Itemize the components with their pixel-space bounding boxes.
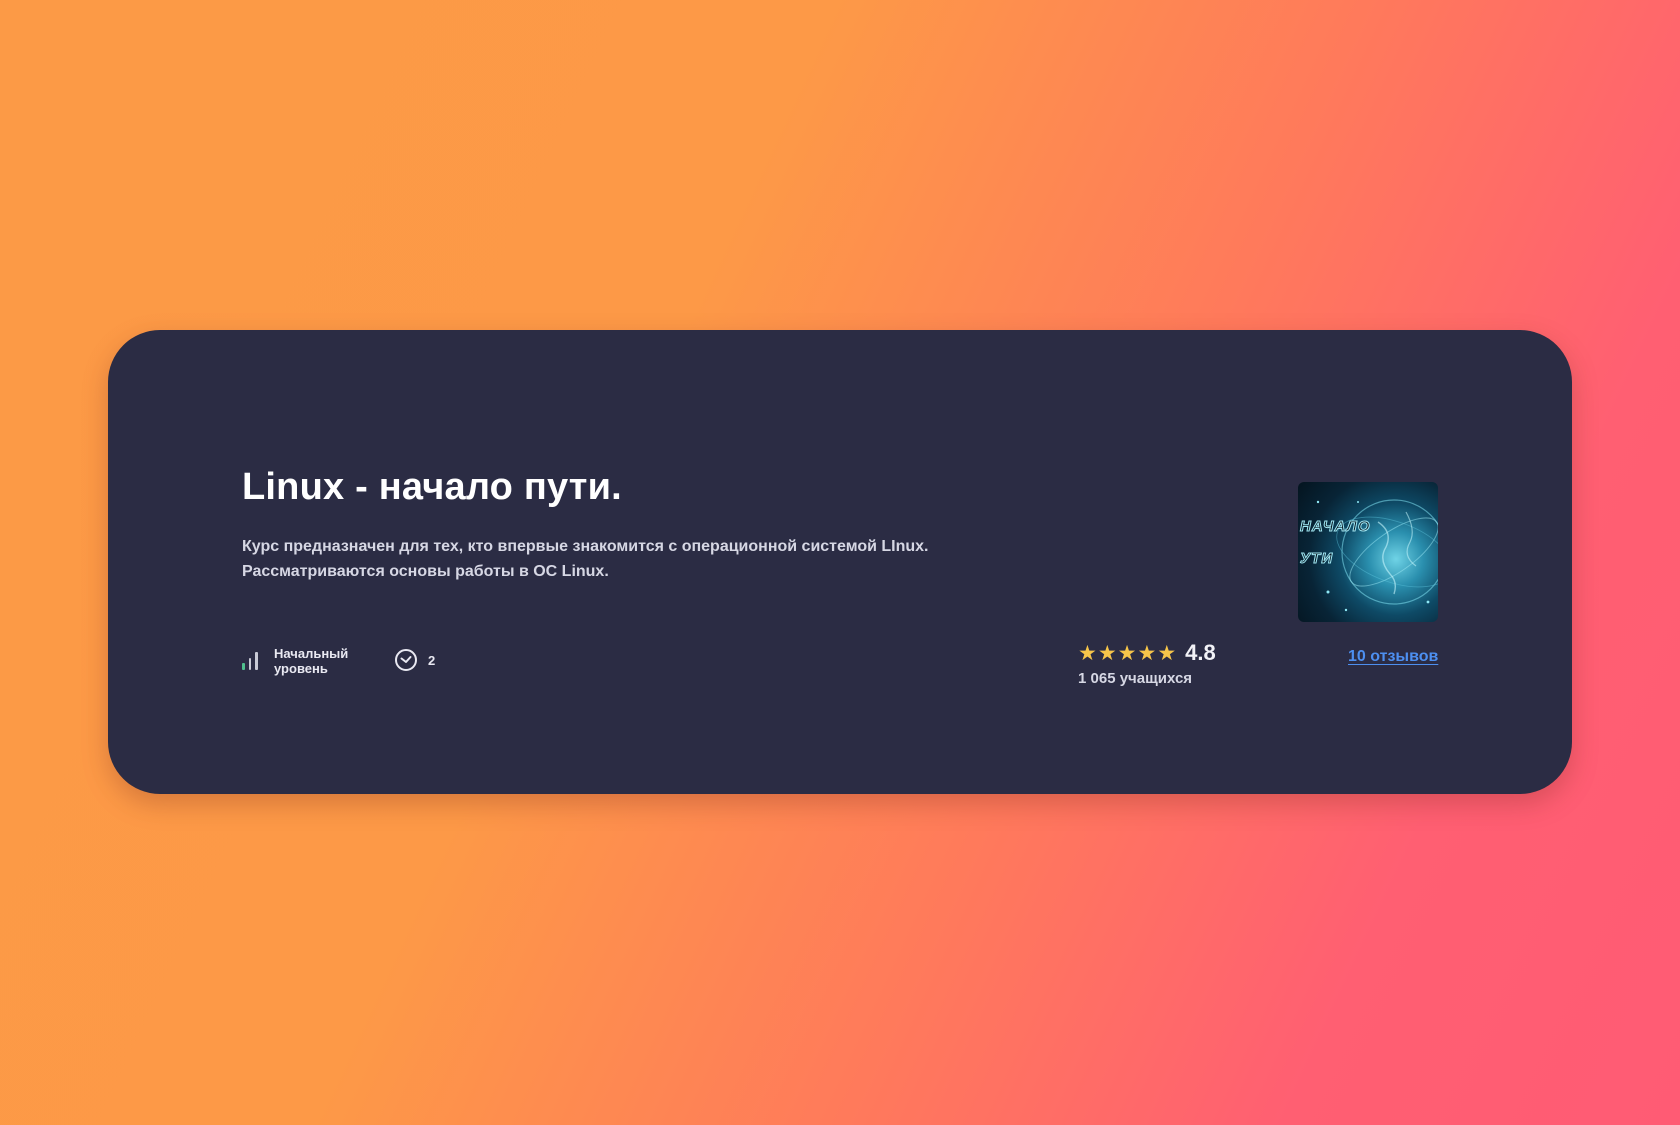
clock-icon [395, 649, 417, 671]
star-icon: ★ [1078, 641, 1097, 665]
signal-bars-icon [242, 652, 262, 670]
students-count: 1 065 учащихся [1078, 670, 1193, 687]
course-title[interactable]: Linux - начало пути. [242, 466, 622, 509]
course-level-label: Начальный уровень [274, 646, 349, 676]
course-description-line: Курс предназначен для тех, кто впервые з… [242, 538, 929, 555]
star-icon: ★ [1097, 641, 1117, 665]
reviews-link[interactable]: 10 отзывов [1348, 648, 1438, 666]
course-card[interactable]: Linux - начало пути. Курс предназначен д… [108, 330, 1572, 794]
course-level: Начальный уровень [242, 646, 364, 676]
star-icon: ★ [1137, 641, 1157, 665]
star-icon: ★ [1117, 641, 1137, 665]
cover-text: НАЧАЛО [1300, 518, 1371, 536]
course-description-line: Рассматриваются основы работы в ОС Linux… [242, 563, 609, 580]
rating-stars: ★ ★ ★ ★ ★ [1078, 641, 1177, 665]
cover-text: УТИ [1299, 550, 1334, 568]
star-icon: ★ [1157, 641, 1177, 665]
course-cover-image[interactable]: НАЧАЛО УТИ [1298, 482, 1438, 622]
course-rating: ★ ★ ★ ★ ★ 4.8 1 065 учащихся [1078, 640, 1216, 687]
rating-value: 4.8 [1185, 640, 1216, 665]
course-description: Курс предназначен для тех, кто впервые з… [242, 534, 1002, 584]
course-duration-value: 2 [428, 652, 436, 668]
course-duration: 2 [394, 648, 435, 672]
